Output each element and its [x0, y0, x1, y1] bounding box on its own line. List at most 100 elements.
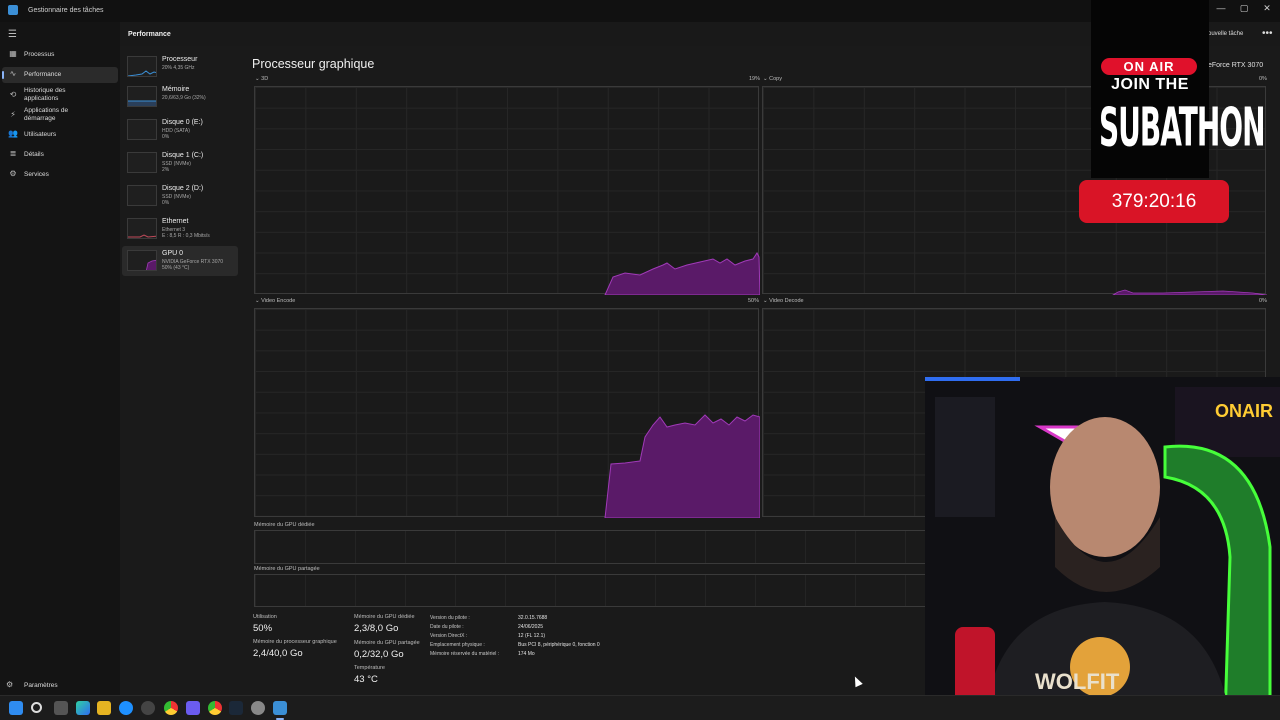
device-item-gpu-0[interactable]: GPU 0 NVIDIA GeForce RTX 3070 50% (43 °C…	[122, 246, 238, 276]
directx-version-label: Version DirectX :	[430, 633, 468, 639]
video-encode-usage-area	[604, 414, 760, 518]
device-name: Mémoire	[162, 86, 190, 93]
maximize-button[interactable]: ▢	[1237, 3, 1251, 14]
device-name: GPU 0	[162, 250, 184, 257]
navigation-pane: ☰ ▦ Processus ∿ Performance ⟲ Historique…	[0, 22, 120, 695]
gpu-model-name: eForce RTX 3070	[1208, 62, 1264, 69]
nav-item-label: Performance	[24, 71, 62, 78]
device-item-memory[interactable]: Mémoire 20,6/63,9 Go (32%)	[122, 82, 238, 112]
nav-item-processus[interactable]: ▦ Processus	[2, 47, 118, 63]
more-options-icon[interactable]: •••	[1262, 28, 1273, 39]
device-item-cpu[interactable]: Processeur 20% 4,35 GHz	[122, 52, 238, 82]
device-item-disk-2[interactable]: Disque 2 (D:) SSD (NVMe) 0%	[122, 181, 238, 211]
nav-item-historique[interactable]: ⟲ Historique des applications	[2, 86, 118, 106]
close-button[interactable]: ✕	[1260, 3, 1274, 14]
chrome-icon[interactable]	[164, 701, 178, 715]
pulse-icon: ∿	[9, 69, 17, 78]
history-icon: ⟲	[9, 90, 17, 99]
steam-icon[interactable]	[229, 701, 243, 715]
physical-location-label: Emplacement physique :	[430, 642, 485, 648]
file-explorer-icon[interactable]	[97, 701, 111, 715]
device-usage: 2%	[162, 167, 170, 173]
graph-label-video-encode[interactable]: ⌄ Video Encode	[255, 298, 295, 304]
webcam-feed: ONAIR WOLFIT	[925, 377, 1280, 720]
driver-version-value: 32.0.15.7688	[518, 615, 548, 621]
graph-max-copy: 0%	[1259, 76, 1267, 82]
driver-date-value: 24/06/2025	[518, 624, 544, 630]
list-icon: ≣	[9, 149, 17, 158]
edge-icon[interactable]	[119, 701, 133, 715]
utilisation-value: 50%	[253, 623, 273, 634]
graph-max-3d: 19%	[749, 76, 761, 82]
gpu-proc-memory-value: 2,4/40,0 Go	[253, 648, 303, 659]
graph-label-3d[interactable]: ⌄ 3D	[255, 76, 268, 82]
reserved-memory-value: 174 Mo	[518, 651, 535, 657]
device-item-disk-1[interactable]: Disque 1 (C:) SSD (NVMe) 2%	[122, 148, 238, 178]
nav-item-label: Applications de démarrage	[24, 107, 69, 122]
device-name: Disque 0 (E:)	[162, 119, 203, 126]
task-view-icon[interactable]	[54, 701, 68, 715]
grid-icon: ▦	[9, 49, 17, 58]
taskbar	[0, 695, 1280, 720]
section-title: Performance	[128, 31, 171, 38]
graph-label-copy[interactable]: ⌄ Copy	[763, 76, 782, 82]
nav-item-label: Détails	[24, 151, 44, 158]
nav-item-utilisateurs[interactable]: 👥 Utilisateurs	[2, 127, 118, 143]
device-name: Disque 2 (D:)	[162, 185, 204, 192]
device-usage: E : 8,5 R : 0,3 Mbits/s	[162, 233, 210, 239]
minimize-button[interactable]: —	[1214, 3, 1228, 13]
device-name: Processeur	[162, 56, 198, 63]
device-item-ethernet[interactable]: Ethernet Ethernet 3 E : 8,5 R : 0,3 Mbit…	[122, 214, 238, 244]
search-icon[interactable]	[31, 702, 42, 713]
nav-item-services[interactable]: ⚙ Services	[2, 167, 118, 183]
shared-memory-stat-value: 0,2/32,0 Go	[354, 649, 404, 660]
hamburger-menu-icon[interactable]: ☰	[8, 29, 17, 40]
shared-memory-label: Mémoire du GPU partagée	[254, 566, 320, 572]
subathon-timer: 379:20:16	[1079, 180, 1229, 223]
chrome-alt-icon[interactable]	[208, 701, 222, 715]
driver-date-label: Date du pilote :	[430, 624, 464, 630]
disk-1-thumbnail	[127, 152, 157, 173]
copilot-icon[interactable]	[76, 701, 90, 715]
utilisation-label: Utilisation	[253, 614, 277, 620]
graph-name: 3D	[261, 76, 269, 82]
discord-icon[interactable]	[186, 701, 200, 715]
nav-item-details[interactable]: ≣ Détails	[2, 147, 118, 163]
xbox-icon[interactable]	[141, 701, 155, 715]
3d-usage-area	[604, 252, 760, 295]
mouse-cursor	[851, 674, 863, 688]
cpu-thumbnail	[127, 56, 157, 77]
title-bar: Gestionnaire des tâches — ▢ ✕	[0, 0, 1280, 22]
temperature-value: 43 °C	[354, 674, 378, 685]
task-manager-taskbar-icon[interactable]	[273, 701, 287, 720]
start-icon[interactable]	[9, 701, 23, 715]
svg-text:WOLFIT: WOLFIT	[1035, 669, 1120, 694]
task-manager-icon	[8, 5, 18, 15]
device-usage: 50% (43 °C)	[162, 265, 190, 271]
gear-icon: ⚙	[6, 680, 14, 689]
graph-max-video-decode: 0%	[1259, 298, 1267, 304]
graph-name: Video Decode	[769, 298, 804, 304]
reserved-memory-label: Mémoire réservée du matériel :	[430, 651, 500, 657]
page-title: Processeur graphique	[252, 57, 375, 71]
gpu-proc-memory-label: Mémoire du processeur graphique	[253, 639, 337, 645]
settings-label: Paramètres	[24, 682, 58, 689]
users-icon: 👥	[8, 129, 18, 138]
graph-max-video-encode: 50%	[748, 298, 760, 304]
dedicated-memory-stat-label: Mémoire du GPU dédiée	[354, 614, 415, 620]
device-detail: 20% 4,35 GHz	[162, 65, 195, 71]
shared-memory-stat-label: Mémoire du GPU partagée	[354, 640, 420, 646]
nav-item-performance[interactable]: ∿ Performance	[2, 67, 118, 83]
driver-version-label: Version du pilote :	[430, 615, 470, 621]
temperature-label: Température	[354, 665, 385, 671]
settings-app-icon[interactable]	[251, 701, 265, 715]
device-usage: 0%	[162, 134, 170, 140]
device-usage: 0%	[162, 200, 170, 206]
disk-2-thumbnail	[127, 185, 157, 206]
new-task-button[interactable]: ouvelle tâche	[1208, 31, 1243, 37]
graph-label-video-decode[interactable]: ⌄ Video Decode	[763, 298, 804, 304]
device-item-disk-0[interactable]: Disque 0 (E:) HDD (SATA) 0%	[122, 115, 238, 145]
nav-item-label: Services	[24, 171, 49, 178]
nav-item-demarrage[interactable]: ⚡ Applications de démarrage	[2, 106, 118, 126]
dedicated-memory-label: Mémoire du GPU dédiée	[254, 522, 315, 528]
